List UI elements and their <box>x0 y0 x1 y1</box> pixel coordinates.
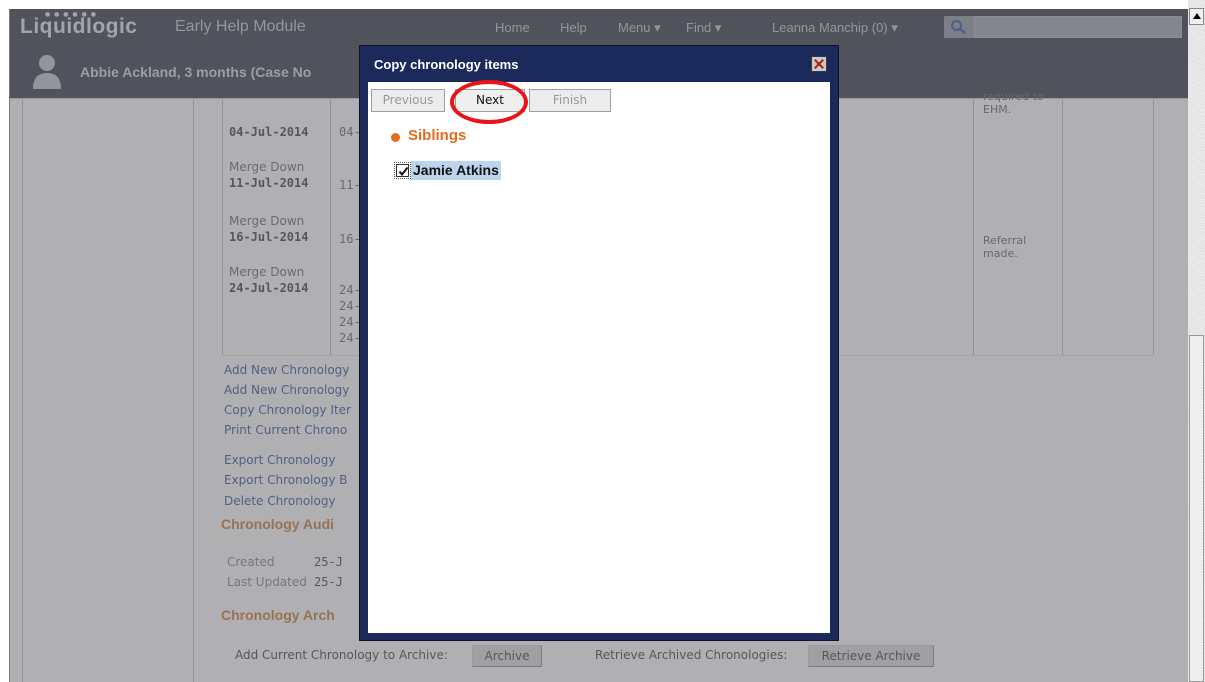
nav-home[interactable]: Home <box>495 20 530 35</box>
delete-chronology-link[interactable]: Delete Chronology <box>224 494 336 508</box>
outer-frame <box>0 0 9 682</box>
add-new-chronology-link[interactable]: Add New Chronology <box>224 383 349 397</box>
close-icon[interactable] <box>811 56 827 72</box>
avatar-icon <box>33 55 61 89</box>
created-label: Created <box>227 555 275 569</box>
table-divider <box>1153 99 1154 355</box>
outer-frame-border <box>9 9 10 682</box>
row-detail: 24- <box>339 283 361 297</box>
merge-down-label[interactable]: Merge Down <box>229 160 304 174</box>
nav-menu[interactable]: Menu ▾ <box>618 20 661 36</box>
app-title: Early Help Module <box>175 18 306 35</box>
scroll-thumb[interactable] <box>1189 335 1204 682</box>
sibling-checkbox[interactable] <box>396 164 409 177</box>
copy-chronology-dialog: Copy chronology items Previous Next Fini… <box>359 45 839 641</box>
left-column <box>22 99 194 682</box>
top-nav-bar: ● ● ● ● ● ● Liquidlogic Early Help Modul… <box>10 9 1188 45</box>
person-name: Abbie Ackland, 3 months (Case No <box>80 64 312 80</box>
updated-label: Last Updated <box>227 575 307 589</box>
row-detail: 04- <box>339 125 361 139</box>
retrieve-label: Retrieve Archived Chronologies: <box>595 648 788 662</box>
app-logo[interactable]: Liquidlogic <box>20 15 137 39</box>
siblings-heading: Siblings <box>408 127 467 144</box>
table-divider <box>330 99 331 355</box>
row-note: required to EHM. <box>983 90 1044 116</box>
row-date[interactable]: 24-Jul-2014 <box>229 281 308 295</box>
sibling-label[interactable]: Jamie Atkins <box>411 161 501 180</box>
merge-down-label[interactable]: Merge Down <box>229 214 304 228</box>
nav-find[interactable]: Find ▾ <box>686 20 721 36</box>
row-note: Referral made. <box>983 234 1027 260</box>
row-date[interactable]: 16-Jul-2014 <box>229 230 308 244</box>
finish-button[interactable]: Finish <box>529 89 611 112</box>
audit-heading: Chronology Audi <box>221 516 335 532</box>
updated-value: 25-J <box>314 575 343 589</box>
page: ● ● ● ● ● ● Liquidlogic Early Help Modul… <box>0 0 1205 682</box>
previous-button[interactable]: Previous <box>371 89 445 112</box>
archive-label: Add Current Chronology to Archive: <box>235 648 448 662</box>
table-divider <box>973 99 974 355</box>
merge-down-label[interactable]: Merge Down <box>229 265 304 279</box>
nav-help[interactable]: Help <box>560 20 587 35</box>
copy-chronology-items-link[interactable]: Copy Chronology Iter <box>224 403 351 417</box>
checkbox-checked-icon <box>398 166 409 177</box>
dialog-body: Previous Next Finish Siblings Jamie Atki… <box>368 80 830 633</box>
table-divider <box>1062 99 1063 355</box>
export-chronology-link[interactable]: Export Chronology <box>224 453 335 467</box>
add-new-chronology-link[interactable]: Add New Chronology <box>224 363 349 377</box>
row-date[interactable]: 11-Jul-2014 <box>229 176 308 190</box>
bullet-icon <box>391 133 400 142</box>
row-date[interactable]: 04-Jul-2014 <box>229 125 308 139</box>
nav-user-menu[interactable]: Leanna Manchip (0) ▾ <box>772 20 898 36</box>
row-detail: 16- <box>339 232 361 246</box>
created-value: 25-J <box>314 555 343 569</box>
dialog-title: Copy chronology items <box>374 57 519 72</box>
scroll-up-arrow-icon[interactable] <box>1189 8 1204 25</box>
search-icon <box>951 20 966 34</box>
print-chronology-link[interactable]: Print Current Chrono <box>224 423 347 437</box>
next-button[interactable]: Next <box>455 89 525 112</box>
archive-heading: Chronology Arch <box>221 607 335 623</box>
archive-button[interactable]: Archive <box>472 645 542 667</box>
search-input[interactable] <box>974 16 1182 38</box>
row-detail: 24- <box>339 315 361 329</box>
row-detail: 24- <box>339 299 361 313</box>
table-divider <box>222 99 223 355</box>
row-detail: 11- <box>339 178 361 192</box>
retrieve-archive-button[interactable]: Retrieve Archive <box>808 645 934 667</box>
search-button[interactable] <box>944 16 974 38</box>
export-chronology-link[interactable]: Export Chronology B <box>224 473 347 487</box>
row-detail: 24- <box>339 331 361 345</box>
